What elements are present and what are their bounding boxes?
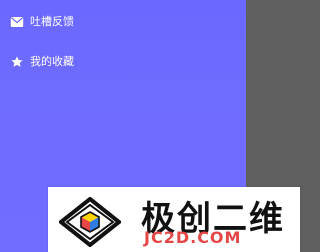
jc2d-logo — [59, 197, 121, 247]
drawer-item-label: 我的收藏 — [30, 55, 74, 68]
mail-icon — [10, 15, 24, 29]
watermark-domain: JC2D.COM — [144, 228, 242, 247]
star-icon — [10, 55, 24, 69]
drawer-item-feedback[interactable]: 吐槽反馈 — [10, 12, 74, 32]
drawer-item-label: 吐槽反馈 — [30, 15, 74, 28]
drawer-item-favorites[interactable]: 我的收藏 — [10, 52, 74, 72]
watermark-banner: 极创二维 JC2D.COM — [48, 187, 300, 252]
